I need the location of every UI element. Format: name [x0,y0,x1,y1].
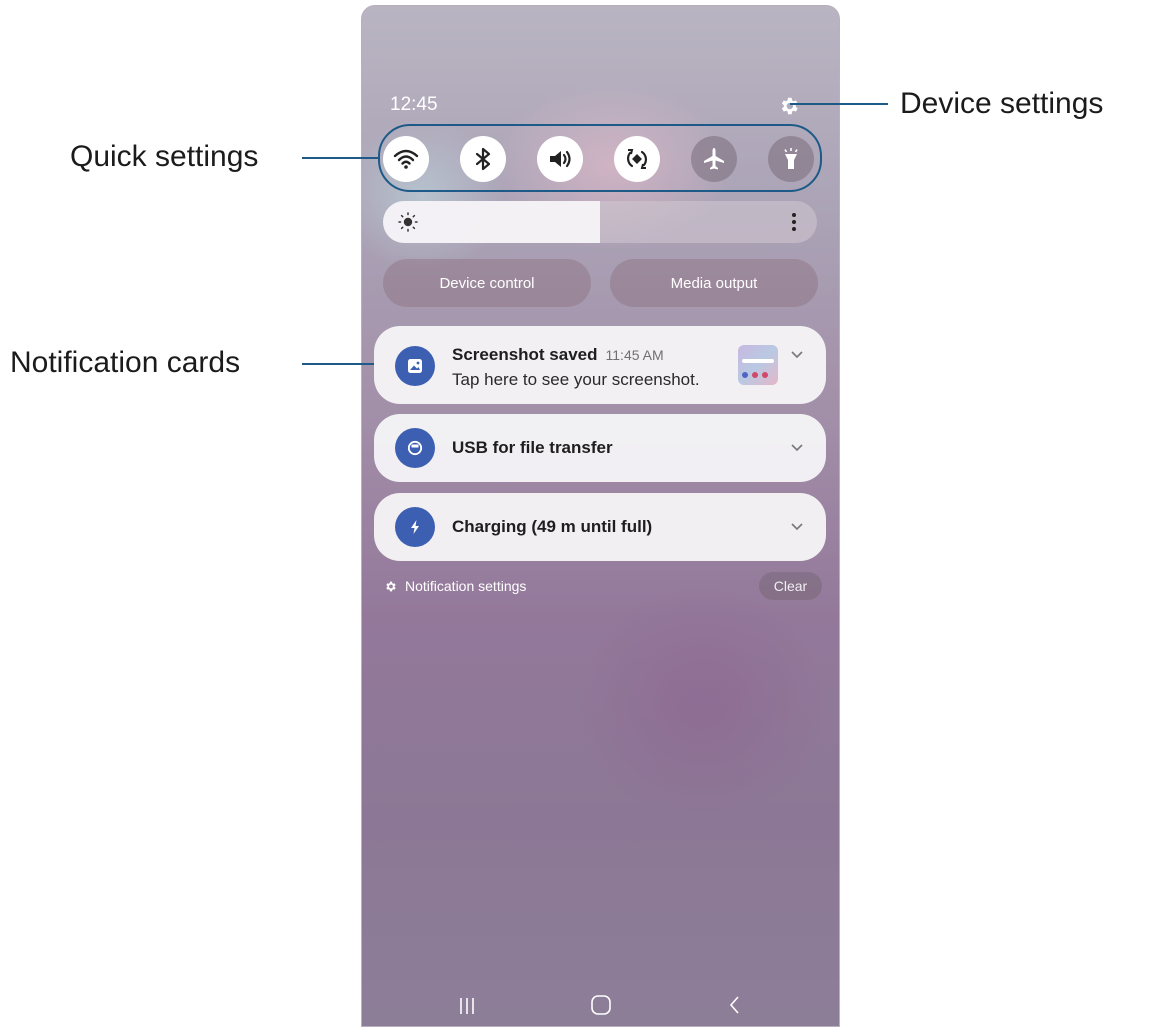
callout-quick-settings: Quick settings [70,140,259,173]
chevron-down-icon[interactable] [790,443,804,453]
quick-settings-highlight [378,124,822,192]
notification-settings-link[interactable]: Notification settings [384,578,526,594]
notification-card-screenshot[interactable]: Screenshot saved 11:45 AM Tap here to see… [374,326,826,404]
brightness-slider[interactable] [383,201,817,243]
callout-notification-cards: Notification cards [10,346,241,379]
chevron-down-icon[interactable] [790,522,804,532]
notification-app-icon [395,428,435,468]
usb-icon [407,440,423,456]
image-icon [408,359,422,373]
callout-line-quick-settings [302,157,378,159]
notification-time: 11:45 AM [605,347,664,363]
more-vertical-icon[interactable] [789,209,799,235]
chevron-down-icon[interactable] [790,350,804,360]
notification-body: Tap here to see your screenshot. [452,370,700,389]
bolt-icon [411,520,419,534]
notification-card-charging[interactable]: Charging (49 m until full) [374,493,826,561]
notification-title: USB for file transfer [452,438,613,457]
callout-line-notification-cards [302,363,374,365]
back-icon[interactable] [726,994,742,1016]
notification-app-icon [395,346,435,386]
recents-icon[interactable] [456,996,478,1016]
notification-title: Charging (49 m until full) [452,517,653,536]
navigation-bar [362,986,839,1026]
clear-button[interactable]: Clear [759,572,822,600]
notification-card-usb[interactable]: USB for file transfer [374,414,826,482]
home-icon[interactable] [590,994,612,1016]
sun-icon [398,212,418,232]
gear-icon [386,581,396,591]
callout-device-settings: Device settings [900,87,1104,120]
screenshot-thumbnail[interactable] [738,345,778,385]
gear-icon[interactable] [778,95,800,117]
notification-title: Screenshot saved 11:45 AM [452,345,664,365]
media-output-button[interactable]: Media output [610,259,818,307]
status-time: 12:45 [390,94,438,115]
notification-title-text: Screenshot saved [452,345,598,364]
callout-line-device-settings [790,103,888,105]
notification-settings-label: Notification settings [405,578,527,594]
notification-app-icon [395,507,435,547]
device-control-button[interactable]: Device control [383,259,591,307]
